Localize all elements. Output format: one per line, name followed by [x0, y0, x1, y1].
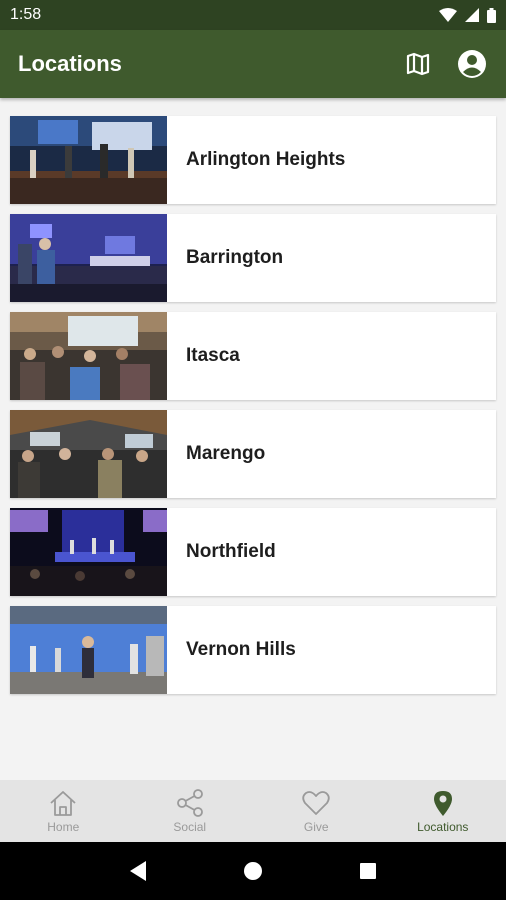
battery-icon	[487, 7, 496, 23]
circle-icon	[243, 862, 262, 880]
status-time: 1:58	[10, 6, 42, 23]
location-name: Marengo	[186, 443, 266, 464]
back-button[interactable]	[118, 851, 158, 891]
back-icon	[129, 861, 146, 881]
status-bar: 1:58	[0, 0, 506, 30]
nav-label-locations: Locations	[417, 820, 469, 834]
nav-locations[interactable]: Locations	[380, 780, 506, 842]
location-card-barrington[interactable]: Barrington	[10, 214, 496, 302]
location-card-itasca[interactable]: Itasca	[10, 312, 496, 400]
map-icon	[406, 52, 430, 76]
location-name: Northfield	[186, 541, 276, 562]
account-button[interactable]	[456, 48, 488, 80]
share-icon	[176, 789, 203, 817]
nav-give[interactable]: Give	[253, 780, 380, 842]
location-name: Itasca	[186, 345, 240, 366]
locations-list: Arlington Heights Barrington Itasca Mare…	[0, 98, 506, 780]
nav-label-give: Give	[303, 820, 329, 834]
nav-home[interactable]: Home	[0, 780, 127, 842]
wifi-icon	[439, 8, 457, 22]
location-photo	[10, 312, 167, 400]
nav-label-home: Home	[47, 820, 80, 834]
location-photo	[10, 606, 167, 694]
nav-label-social: Social	[173, 820, 207, 834]
map-view-button[interactable]	[402, 48, 434, 80]
map-pin-icon	[433, 791, 452, 816]
square-icon	[360, 863, 377, 879]
location-card-arlington-heights[interactable]: Arlington Heights	[10, 116, 496, 204]
home-icon	[50, 791, 76, 816]
page-title: Locations	[18, 51, 122, 76]
location-name: Barrington	[186, 247, 284, 268]
location-photo	[10, 214, 167, 302]
nav-social[interactable]: Social	[127, 780, 254, 842]
recents-button[interactable]	[348, 851, 388, 891]
location-card-marengo[interactable]: Marengo	[10, 410, 496, 498]
heart-icon	[302, 791, 330, 815]
status-icons	[439, 7, 496, 23]
bottom-nav: Home Social Give Locations	[0, 780, 506, 842]
location-photo	[10, 508, 167, 596]
location-photo	[10, 116, 167, 204]
location-photo	[10, 410, 167, 498]
app-bar: Locations	[0, 30, 506, 98]
account-icon	[458, 50, 486, 78]
location-name: Vernon Hills	[186, 639, 296, 660]
home-system-button[interactable]	[233, 851, 273, 891]
system-nav-bar	[0, 842, 506, 900]
location-card-northfield[interactable]: Northfield	[10, 508, 496, 596]
location-card-vernon-hills[interactable]: Vernon Hills	[10, 606, 496, 694]
location-name: Arlington Heights	[186, 149, 346, 170]
signal-icon	[465, 8, 479, 22]
